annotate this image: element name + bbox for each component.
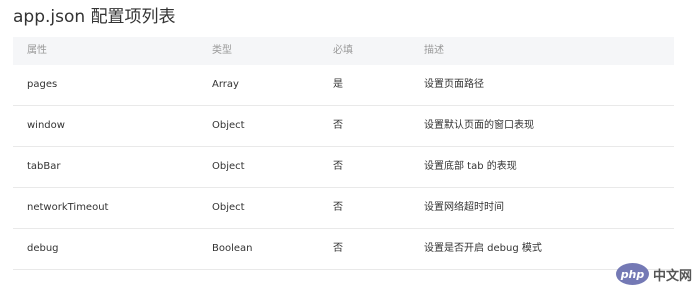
table-row: pages Array 是 设置页面路径 (13, 65, 674, 106)
php-cn-logo: php 中文网 (615, 263, 692, 285)
table-row: tabBar Object 否 设置底部 tab 的表现 (13, 147, 674, 188)
required-cell: 否 (333, 161, 343, 172)
header-attr: 属性 (27, 45, 47, 56)
desc-cell: 设置是否开启 debug 模式 (424, 243, 542, 254)
table-row: window Object 否 设置默认页面的窗口表现 (13, 106, 674, 147)
page-title: app.json 配置项列表 (13, 7, 176, 27)
desc-cell: 设置网络超时时间 (424, 202, 504, 213)
logo-text: 中文网 (652, 268, 692, 284)
header-type: 类型 (212, 45, 232, 56)
attr-link-pages[interactable]: pages (27, 65, 57, 105)
attr-link-tabbar[interactable]: tabBar (27, 147, 61, 187)
attr-link-window[interactable]: window (27, 106, 65, 146)
table-row: debug Boolean 否 设置是否开启 debug 模式 (13, 229, 674, 270)
header-desc: 描述 (424, 45, 444, 56)
type-cell: Array (212, 79, 239, 90)
config-table: 属性 类型 必填 描述 pages Array 是 设置页面路径 window … (13, 37, 674, 270)
required-cell: 否 (333, 243, 343, 254)
desc-cell: 设置底部 tab 的表现 (424, 161, 517, 172)
required-cell: 否 (333, 202, 343, 213)
attr-link-debug[interactable]: debug (27, 229, 59, 269)
type-cell: Object (212, 120, 245, 131)
desc-cell: 设置默认页面的窗口表现 (424, 120, 534, 131)
type-cell: Object (212, 161, 245, 172)
attr-link-networktimeout[interactable]: networkTimeout (27, 188, 108, 228)
required-cell: 否 (333, 120, 343, 131)
type-cell: Boolean (212, 243, 253, 254)
type-cell: Object (212, 202, 245, 213)
php-badge-icon: php (615, 263, 649, 285)
table-row: networkTimeout Object 否 设置网络超时时间 (13, 188, 674, 229)
desc-cell: 设置页面路径 (424, 79, 484, 90)
page: app.json 配置项列表 属性 类型 必填 描述 pages Array 是… (0, 0, 700, 293)
header-required: 必填 (333, 45, 353, 56)
required-cell: 是 (333, 79, 343, 90)
table-header: 属性 类型 必填 描述 (13, 37, 674, 65)
